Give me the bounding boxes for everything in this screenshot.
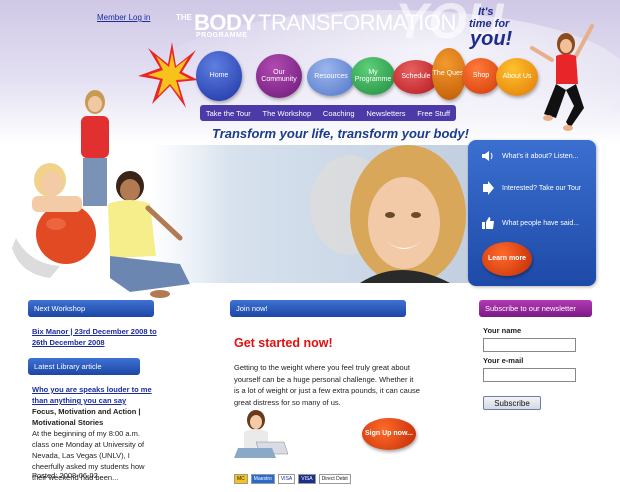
join-now-heading: Join now! [230,300,406,317]
tour-link[interactable]: Interested? Take our Tour [480,180,581,196]
sub-navigation: Take the Tour The Workshop Coaching News… [200,105,456,121]
listen-link[interactable]: What's it about? Listen... [480,148,578,164]
mastercard-icon: MC [234,474,248,484]
article-category: Focus, Motivation and Action | Motivatio… [32,407,141,427]
email-field[interactable] [483,368,576,382]
subnav-the-workshop[interactable]: The Workshop [263,109,312,118]
nav-home[interactable]: Home [196,51,242,101]
subnav-newsletters[interactable]: Newsletters [366,109,405,118]
info-panel: What's it about? Listen... Interested? T… [468,140,596,286]
workshop-link[interactable]: Bix Manor | 23rd December 2008 to 26th D… [32,326,158,348]
tagline-you: you! [470,28,513,50]
direct-debit-icon: Direct Debit [318,474,351,484]
subnav-coaching[interactable]: Coaching [323,109,355,118]
nav-the-quest[interactable]: The Quest [432,48,466,100]
visa-electron-icon: VISA [298,474,316,484]
jumping-woman-image [530,24,594,131]
name-field[interactable] [483,338,576,352]
testimonials-label: What people have said... [502,219,580,227]
nav-shop[interactable]: Shop [462,58,500,94]
women-group-image [12,90,190,298]
join-body-text: Getting to the weight where you feel tru… [234,363,420,407]
nav-resources[interactable]: Resources [307,58,355,96]
article-link[interactable]: Who you are speaks louder to me than any… [32,384,158,406]
subscribe-button[interactable]: Subscribe [483,396,541,410]
logo-the: THE [176,13,192,22]
arrow-icon [480,180,496,196]
slogan: Transform your life, transform your body… [212,126,469,141]
payment-logos: MC Maestro VISA VISA Direct Debit [234,474,351,484]
sign-up-button[interactable]: Sign Up now... [362,418,416,450]
newsletter-heading: Subscribe to our newsletter [479,300,592,317]
get-started-heading: Get started now! [234,336,333,350]
article-posted-date: Posted: 2008-06-02 [32,471,98,480]
subnav-free-stuff[interactable]: Free Stuff [417,109,450,118]
logo-transformation: TRANSFORMATION [258,10,456,35]
thumbs-up-icon [480,215,496,231]
visa-icon: VISA [277,474,296,484]
next-workshop-heading: Next Workshop [28,300,154,317]
logo-programme: PROGRAMME [196,32,248,39]
email-label: Your e-mail [483,356,524,365]
testimonials-link[interactable]: What people have said... [480,215,579,231]
subnav-take-the-tour[interactable]: Take the Tour [206,109,251,118]
tour-label: Interested? Take our Tour [502,184,582,192]
nav-our-community[interactable]: Our Community [256,54,302,98]
speaker-icon [480,148,496,164]
nav-my-programme[interactable]: My Programme [351,57,395,95]
listen-label: What's it about? Listen... [502,152,579,160]
library-heading: Latest Library article [28,358,140,375]
tagline-its: It's [478,6,494,18]
member-login-link[interactable]: Member Log in [97,13,150,22]
laptop-girl-image [234,410,289,458]
maestro-icon: Maestro [250,474,275,484]
learn-more-button[interactable]: Learn more [482,242,532,276]
name-label: Your name [483,326,522,335]
